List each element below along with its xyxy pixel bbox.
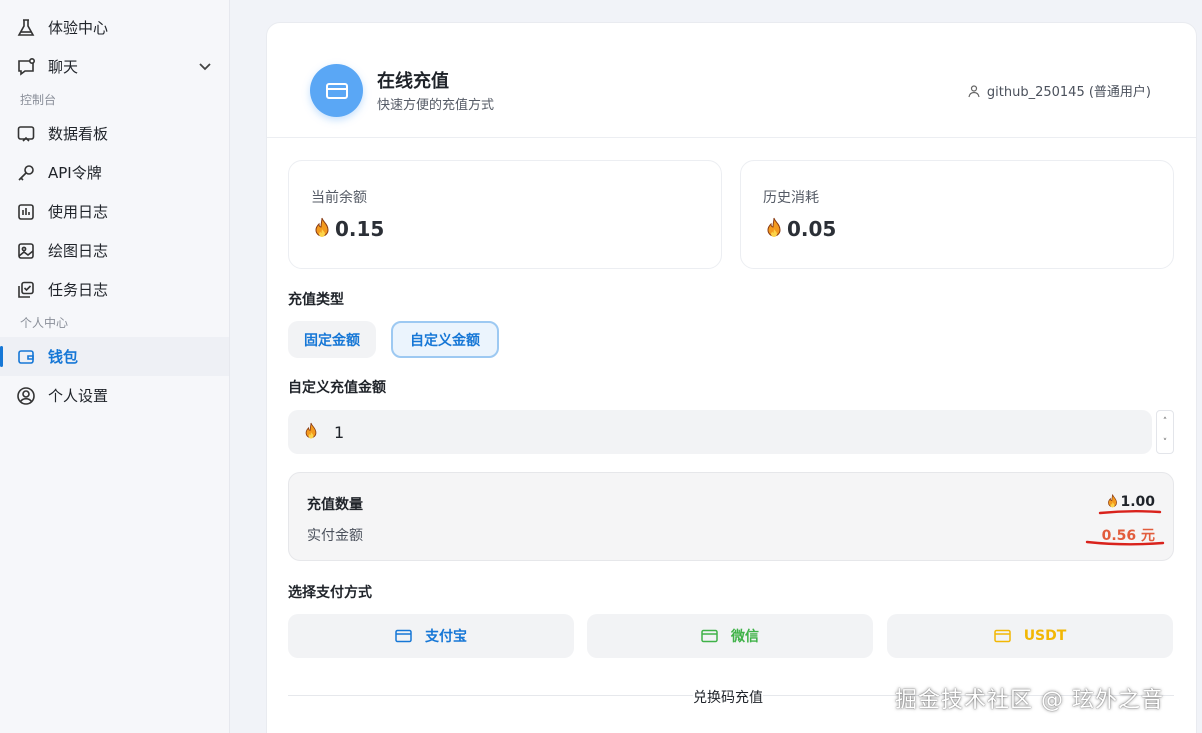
- sidebar-item-label: 体验中心: [48, 19, 109, 37]
- stepper-down-icon[interactable]: ˅: [1163, 438, 1168, 448]
- sidebar-item-label: 个人设置: [48, 387, 109, 405]
- chat-icon: [15, 56, 37, 78]
- alipay-button[interactable]: 支付宝: [288, 614, 574, 658]
- sidebar-item-label: 数据看板: [48, 125, 109, 143]
- sidebar-item-dashboard[interactable]: 数据看板: [0, 114, 229, 153]
- payment-title: 选择支付方式: [288, 585, 372, 601]
- credit-card-icon: [701, 629, 718, 643]
- task-icon: [15, 279, 37, 301]
- custom-amount-button[interactable]: 自定义金额: [391, 321, 499, 358]
- stepper-up-icon[interactable]: ˄: [1163, 417, 1168, 427]
- sidebar-item-label: 绘图日志: [48, 242, 109, 260]
- log-icon: [15, 201, 37, 223]
- amount-input[interactable]: 1: [288, 410, 1152, 454]
- sidebar-item-usage-log[interactable]: 使用日志: [0, 192, 229, 231]
- sidebar-item-label: 钱包: [48, 348, 79, 366]
- watermark: 掘金技术社区 @ 玹外之音: [895, 688, 1164, 713]
- order-summary: 充值数量 1.00 实付金额 0.56 元: [288, 472, 1174, 561]
- red-underline-annotation: [1098, 510, 1162, 515]
- fixed-amount-button[interactable]: 固定金额: [288, 321, 376, 358]
- quantity-label: 充值数量: [307, 497, 363, 513]
- page-title: 在线充值: [377, 71, 449, 92]
- sidebar-item-task-log[interactable]: 任务日志: [0, 270, 229, 309]
- recharge-card: 在线充值 快速方便的充值方式 github_250145 (普通用户) 当前余额…: [266, 22, 1197, 733]
- section-personal: 个人中心: [20, 316, 69, 330]
- chevron-down-icon[interactable]: [197, 58, 213, 74]
- sidebar-item-api-token[interactable]: API令牌: [0, 153, 229, 192]
- credit-card-icon: [395, 629, 412, 643]
- sidebar-item-label: API令牌: [48, 164, 102, 182]
- usdt-button[interactable]: USDT: [887, 614, 1173, 658]
- sidebar-item-chat[interactable]: 聊天: [0, 47, 229, 86]
- amount-value: 1: [334, 422, 345, 442]
- sidebar-item-experience[interactable]: 体验中心: [0, 8, 229, 47]
- wechat-label: 微信: [731, 629, 759, 645]
- redeem-code-link[interactable]: 兑换码充值: [693, 687, 763, 707]
- dashboard-icon: [15, 123, 37, 145]
- wechat-pay-button[interactable]: 微信: [587, 614, 873, 658]
- pay-amount-label: 实付金额: [307, 528, 363, 544]
- page-subtitle: 快速方便的充值方式: [377, 98, 495, 113]
- flask-icon: [15, 17, 37, 39]
- amount-stepper[interactable]: ˄ ˅: [1156, 410, 1174, 454]
- wallet-icon: [15, 346, 37, 368]
- sidebar-item-drawing-log[interactable]: 绘图日志: [0, 231, 229, 270]
- balance-value-wrap: 0.15: [311, 217, 384, 241]
- balance-label: 当前余额: [311, 190, 367, 206]
- section-console: 控制台: [20, 93, 57, 107]
- flame-icon: [315, 217, 329, 237]
- custom-amount-title: 自定义充值金额: [288, 380, 386, 396]
- card-header: 在线充值 快速方便的充值方式 github_250145 (普通用户): [267, 23, 1196, 138]
- consumption-value: 0.05: [787, 217, 837, 241]
- user-info: github_250145 (普通用户): [967, 81, 1151, 100]
- consumption-label: 历史消耗: [763, 190, 819, 206]
- sidebar-item-personal-settings[interactable]: 个人设置: [0, 376, 229, 415]
- usdt-label: USDT: [1023, 628, 1067, 644]
- image-icon: [15, 240, 37, 262]
- flame-icon: [767, 217, 781, 237]
- sidebar-item-label: 聊天: [48, 58, 79, 76]
- consumption-card: 历史消耗 0.05: [740, 160, 1174, 269]
- sidebar-item-label: 任务日志: [48, 281, 109, 299]
- username: github_250145 (普通用户): [986, 85, 1151, 100]
- user-icon: [968, 84, 980, 97]
- sidebar-item-wallet[interactable]: 钱包: [0, 337, 229, 376]
- red-underline-annotation: [1085, 540, 1165, 546]
- balance-card: 当前余额 0.15: [288, 160, 722, 269]
- credit-card-icon: [310, 64, 363, 117]
- alipay-label: 支付宝: [425, 629, 467, 645]
- consumption-value-wrap: 0.05: [763, 217, 836, 241]
- sidebar: 体验中心 聊天 控制台 数据看板 API令牌 使用日志 绘图日志 任务日志 个人…: [0, 0, 230, 733]
- user-settings-icon: [15, 385, 37, 407]
- credit-card-icon: [993, 629, 1011, 643]
- sidebar-item-label: 使用日志: [48, 203, 109, 221]
- flame-icon: [305, 422, 317, 439]
- recharge-type-title: 充值类型: [288, 292, 344, 308]
- key-icon: [15, 162, 37, 184]
- balance-value: 0.15: [335, 217, 385, 241]
